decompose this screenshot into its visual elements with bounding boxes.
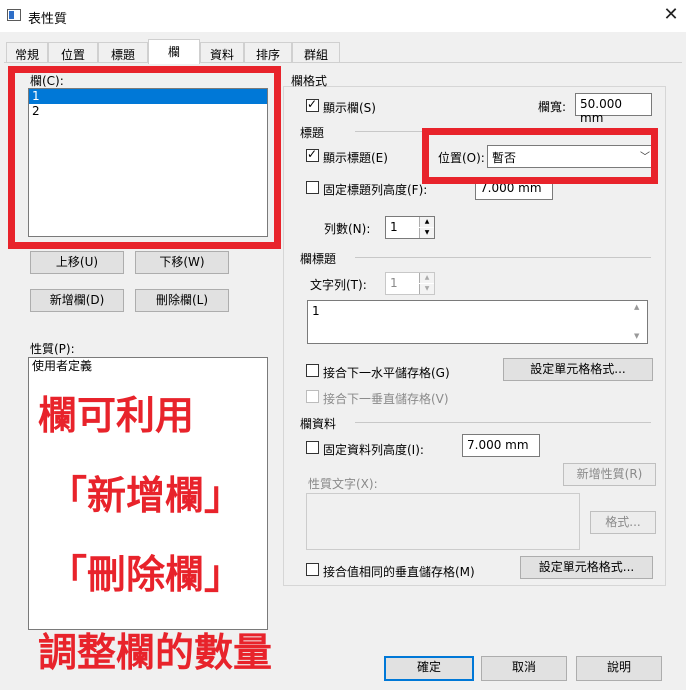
title-bar <box>0 0 686 32</box>
title-cell-format-button[interactable]: 設定單元格格式... <box>503 358 653 381</box>
scroll-up-icon[interactable]: ▲ <box>634 303 639 311</box>
property-text-area[interactable] <box>306 493 580 550</box>
help-button[interactable]: 說明 <box>576 656 662 681</box>
spin-up-icon[interactable]: ▲ <box>419 217 434 227</box>
annotation-line-4: 調整欄的數量 <box>38 631 273 676</box>
rows-value: 1 <box>390 220 398 234</box>
tab-general[interactable]: 常規 <box>6 42 48 63</box>
add-column-button[interactable]: 新增欄(D) <box>30 289 124 312</box>
title-section-separator <box>355 131 423 132</box>
close-icon[interactable]: ✕ <box>660 3 682 27</box>
tab-group[interactable]: 群組 <box>292 42 340 63</box>
tab-columns[interactable]: 欄 <box>148 39 200 64</box>
tab-baseline <box>4 62 682 63</box>
tab-sort[interactable]: 排序 <box>244 42 292 63</box>
ok-button[interactable]: 確定 <box>384 656 474 681</box>
merge-vertical-checkbox[interactable] <box>306 390 319 403</box>
cancel-button[interactable]: 取消 <box>481 656 567 681</box>
tab-position[interactable]: 位置 <box>48 42 98 63</box>
annotation-line-2: 「新增欄」 <box>48 474 244 519</box>
list-item[interactable]: 使用者定義 <box>29 358 267 374</box>
rows-label: 列數(N): <box>324 222 371 236</box>
scroll-down-icon[interactable]: ▼ <box>634 332 639 340</box>
fixed-title-height-label: 固定標題列高度(F): <box>323 183 428 197</box>
spin-down-icon[interactable]: ▼ <box>419 284 434 294</box>
column-format-title: 欄格式 <box>291 74 328 88</box>
show-title-label: 顯示標題(E) <box>323 151 388 165</box>
show-column-label: 顯示欄(S) <box>323 101 376 115</box>
format-button[interactable]: 格式... <box>590 511 656 534</box>
highlight-box-position <box>422 128 658 184</box>
annotation-line-1: 欄可利用 <box>38 394 195 439</box>
window-title: 表性質 <box>28 12 68 27</box>
fixed-data-height-checkbox[interactable] <box>306 441 319 454</box>
column-width-input[interactable]: 50.000 mm <box>575 93 652 125</box>
column-width-label: 欄寬: <box>538 100 567 114</box>
add-property-button[interactable]: 新增性質(R) <box>563 463 656 486</box>
fixed-title-height-checkbox[interactable] <box>306 181 319 194</box>
data-cell-format-button[interactable]: 設定單元格格式... <box>520 556 653 579</box>
annotation-line-3: 「刪除欄」 <box>48 553 244 598</box>
text-row-label: 文字列(T): <box>310 278 367 292</box>
merge-same-values-label: 接合值相同的垂直儲存格(M) <box>323 565 475 579</box>
fixed-data-height-input[interactable]: 7.000 mm <box>462 434 540 457</box>
show-column-checkbox[interactable] <box>306 97 319 112</box>
show-title-checkbox[interactable] <box>306 147 319 162</box>
tab-title[interactable]: 標題 <box>98 42 148 63</box>
merge-vertical-label: 接合下一垂直儲存格(V) <box>323 392 449 406</box>
column-data-section-title: 欄資料 <box>300 417 337 431</box>
spin-up-icon[interactable]: ▲ <box>419 273 434 283</box>
property-text-label: 性質文字(X): <box>308 477 378 491</box>
column-data-separator <box>355 422 651 423</box>
properties-label: 性質(P): <box>30 342 75 356</box>
merge-horizontal-label: 接合下一水平儲存格(G) <box>323 366 450 380</box>
app-icon <box>7 9 21 21</box>
text-row-spinner[interactable]: 1 ▲ ▼ <box>385 272 435 295</box>
rows-spinner[interactable]: 1 ▲ ▼ <box>385 216 435 239</box>
spin-down-icon[interactable]: ▼ <box>419 228 434 238</box>
fixed-data-height-label: 固定資料列高度(I): <box>323 443 424 457</box>
merge-horizontal-checkbox[interactable] <box>306 364 319 377</box>
tab-data[interactable]: 資料 <box>200 42 244 63</box>
column-title-section-title: 欄標題 <box>300 252 337 266</box>
text-row-value: 1 <box>390 276 398 290</box>
delete-column-button[interactable]: 刪除欄(L) <box>135 289 229 312</box>
title-section-title: 標題 <box>300 126 325 140</box>
column-title-separator <box>355 257 651 258</box>
move-down-button[interactable]: 下移(W) <box>135 251 229 274</box>
merge-same-values-checkbox[interactable] <box>306 563 319 576</box>
highlight-box-columns <box>8 66 281 249</box>
column-title-text-area[interactable]: 1 <box>307 300 648 344</box>
move-up-button[interactable]: 上移(U) <box>30 251 124 274</box>
